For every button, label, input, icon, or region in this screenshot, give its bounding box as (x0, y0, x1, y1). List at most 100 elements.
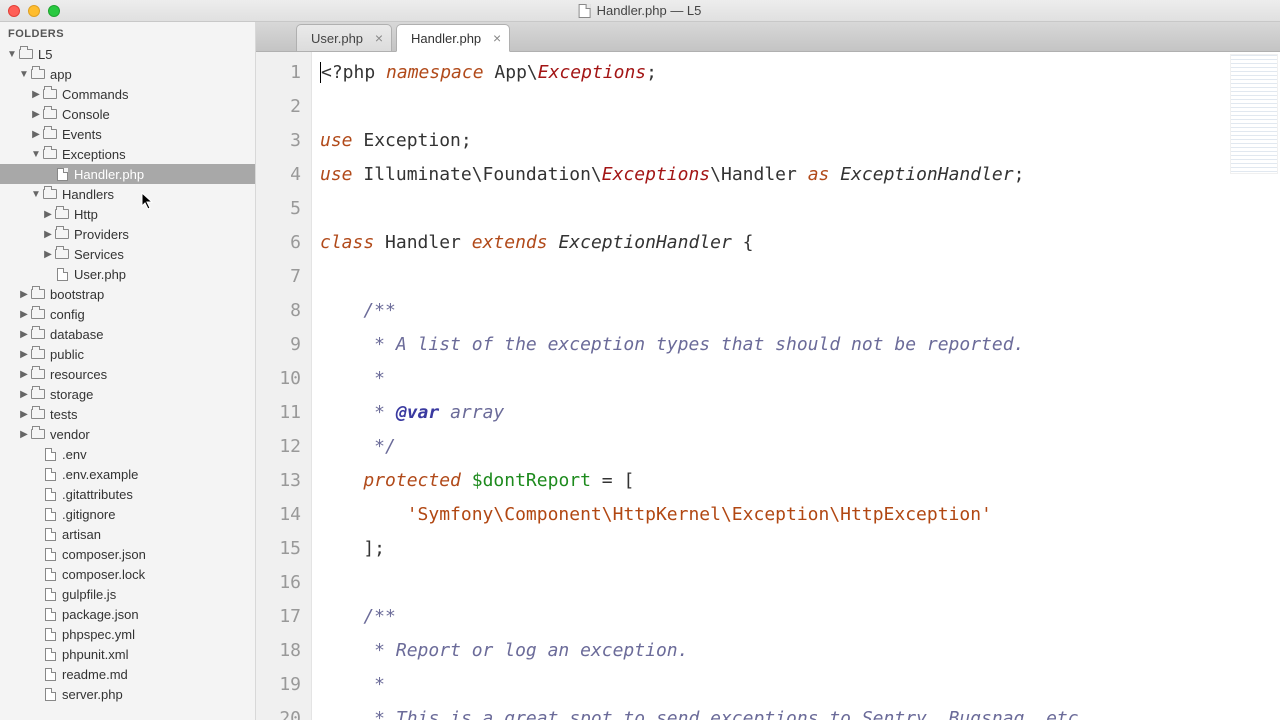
disclosure-arrow-icon[interactable] (6, 49, 18, 60)
tree-file[interactable]: .gitattributes (0, 484, 255, 504)
tree-folder[interactable]: Handlers (0, 184, 255, 204)
tree-folder[interactable]: L5 (0, 44, 255, 64)
file-ico-icon (42, 607, 58, 621)
tree-label: artisan (62, 527, 101, 542)
editor: User.php×Handler.php× 123456789101112131… (256, 22, 1280, 720)
tree-file[interactable]: .env.example (0, 464, 255, 484)
document-icon (579, 4, 591, 18)
tree-label: config (50, 307, 85, 322)
disclosure-arrow-icon[interactable] (18, 369, 30, 380)
tree-folder[interactable]: app (0, 64, 255, 84)
code-container: 1234567891011121314151617181920 <?php na… (256, 52, 1280, 720)
disclosure-arrow-icon[interactable] (30, 89, 42, 100)
tree-folder[interactable]: database (0, 324, 255, 344)
disclosure-arrow-icon[interactable] (18, 429, 30, 440)
tree-file[interactable]: composer.json (0, 544, 255, 564)
tree-file[interactable]: composer.lock (0, 564, 255, 584)
tree-label: Handlers (62, 187, 114, 202)
tree-file[interactable]: artisan (0, 524, 255, 544)
close-icon[interactable] (8, 5, 20, 17)
tree-label: Services (74, 247, 124, 262)
file-ico-icon (42, 547, 58, 561)
file-ico-icon (42, 467, 58, 481)
tree-folder[interactable]: public (0, 344, 255, 364)
window-controls (8, 5, 60, 17)
tree-folder[interactable]: Http (0, 204, 255, 224)
disclosure-arrow-icon[interactable] (18, 69, 30, 80)
tree-label: L5 (38, 47, 52, 62)
tree-file[interactable]: User.php (0, 264, 255, 284)
window-title-text: Handler.php — L5 (597, 3, 702, 18)
folder-open-icon (42, 187, 58, 201)
disclosure-arrow-icon[interactable] (42, 209, 54, 220)
tree-folder[interactable]: storage (0, 384, 255, 404)
disclosure-arrow-icon[interactable] (30, 149, 42, 160)
tree-label: vendor (50, 427, 90, 442)
maximize-icon[interactable] (48, 5, 60, 17)
file-ico-icon (42, 587, 58, 601)
tree-label: storage (50, 387, 93, 402)
folder-closed-icon (42, 107, 58, 121)
gutter: 1234567891011121314151617181920 (256, 52, 312, 720)
tree-label: package.json (62, 607, 139, 622)
close-icon[interactable]: × (493, 31, 501, 45)
close-icon[interactable]: × (375, 31, 383, 45)
minimize-icon[interactable] (28, 5, 40, 17)
tree-file[interactable]: phpspec.yml (0, 624, 255, 644)
folder-tree: L5 appCommandsConsoleEvents Exceptions Hand… (0, 44, 255, 704)
tree-label: database (50, 327, 104, 342)
tree-file[interactable]: server.php (0, 684, 255, 704)
tree-label: .env (62, 447, 87, 462)
tree-folder[interactable]: bootstrap (0, 284, 255, 304)
tab[interactable]: User.php× (296, 24, 392, 51)
folder-closed-icon (30, 327, 46, 341)
tree-folder[interactable]: Services (0, 244, 255, 264)
disclosure-arrow-icon[interactable] (18, 389, 30, 400)
tree-file[interactable]: package.json (0, 604, 255, 624)
folder-closed-icon (30, 347, 46, 361)
folder-open-icon (30, 67, 46, 81)
tree-label: Exceptions (62, 147, 126, 162)
tree-folder[interactable]: resources (0, 364, 255, 384)
tree-label: phpunit.xml (62, 647, 128, 662)
disclosure-arrow-icon[interactable] (30, 189, 42, 200)
disclosure-arrow-icon[interactable] (30, 109, 42, 120)
tree-folder[interactable]: tests (0, 404, 255, 424)
disclosure-arrow-icon[interactable] (18, 409, 30, 420)
disclosure-arrow-icon[interactable] (42, 229, 54, 240)
tree-label: phpspec.yml (62, 627, 135, 642)
tree-label: composer.lock (62, 567, 145, 582)
tree-label: readme.md (62, 667, 128, 682)
tree-file[interactable]: gulpfile.js (0, 584, 255, 604)
sidebar-header: FOLDERS (0, 22, 255, 44)
tree-folder[interactable]: Providers (0, 224, 255, 244)
folder-closed-icon (30, 387, 46, 401)
disclosure-arrow-icon[interactable] (18, 309, 30, 320)
disclosure-arrow-icon[interactable] (30, 129, 42, 140)
tree-folder[interactable]: config (0, 304, 255, 324)
file-ico-icon (42, 507, 58, 521)
tree-folder[interactable]: Commands (0, 84, 255, 104)
tree-label: User.php (74, 267, 126, 282)
code-area[interactable]: <?php namespace App\Exceptions; use Exce… (312, 52, 1280, 720)
tree-folder[interactable]: Exceptions (0, 144, 255, 164)
tree-label: server.php (62, 687, 123, 702)
tree-file[interactable]: readme.md (0, 664, 255, 684)
tree-folder[interactable]: vendor (0, 424, 255, 444)
disclosure-arrow-icon[interactable] (18, 289, 30, 300)
folder-closed-icon (30, 367, 46, 381)
tree-file[interactable]: .gitignore (0, 504, 255, 524)
tree-label: Handler.php (74, 167, 144, 182)
tree-file[interactable]: phpunit.xml (0, 644, 255, 664)
disclosure-arrow-icon[interactable] (18, 329, 30, 340)
disclosure-arrow-icon[interactable] (18, 349, 30, 360)
tree-folder[interactable]: Events (0, 124, 255, 144)
minimap[interactable] (1230, 54, 1278, 174)
file-ico-icon (42, 527, 58, 541)
tab[interactable]: Handler.php× (396, 24, 510, 52)
tree-folder[interactable]: Console (0, 104, 255, 124)
disclosure-arrow-icon[interactable] (42, 249, 54, 260)
tree-file[interactable]: .env (0, 444, 255, 464)
tree-file[interactable]: Handler.php (0, 164, 255, 184)
file-ico-icon (42, 487, 58, 501)
